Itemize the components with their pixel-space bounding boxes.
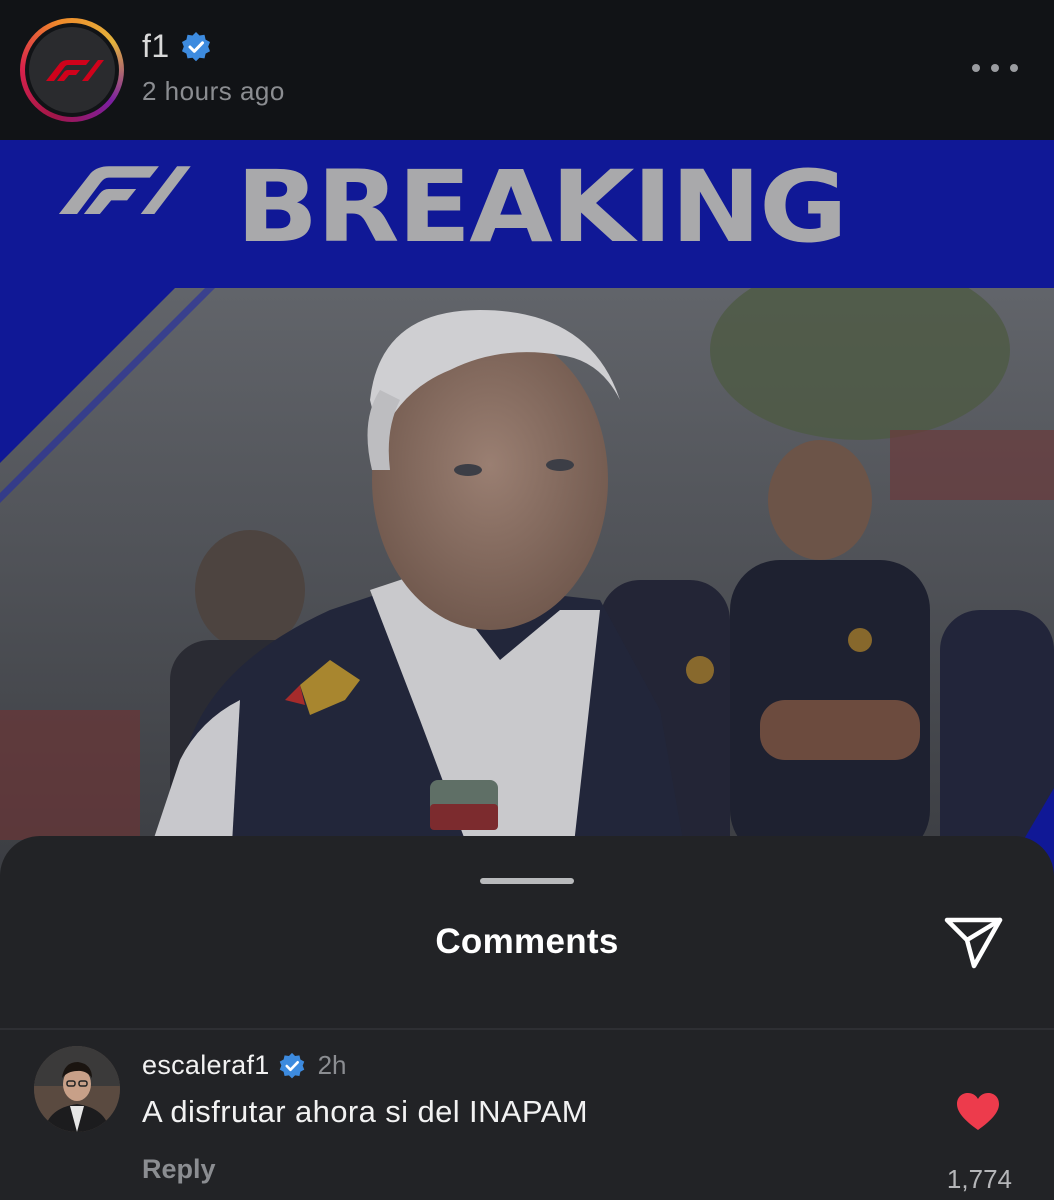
like-count: 1,774 bbox=[946, 1164, 1012, 1194]
verified-badge-icon bbox=[181, 31, 210, 61]
post-header: f1 2 hours ago bbox=[0, 0, 1054, 140]
f1-logo-icon bbox=[46, 60, 104, 81]
sheet-drag-handle[interactable] bbox=[480, 878, 574, 884]
comment-item: escaleraf1 2h A disfrutar ahora si del I… bbox=[0, 1030, 1054, 1200]
reply-button[interactable]: Reply bbox=[142, 1154, 216, 1185]
post-timestamp: 2 hours ago bbox=[142, 76, 285, 106]
breaking-banner: BREAKING bbox=[0, 140, 1054, 288]
comments-title: Comments bbox=[435, 922, 619, 961]
comments-sheet: Comments escaleraf1 2h A disfrutar ahora… bbox=[0, 836, 1054, 1200]
comment-username[interactable]: escaleraf1 bbox=[142, 1050, 270, 1081]
instagram-post-page: f1 2 hours ago BREAKING Comments escaler… bbox=[0, 0, 1054, 1200]
f1-logo-icon bbox=[58, 166, 191, 214]
post-username[interactable]: f1 bbox=[142, 28, 170, 65]
heart-icon[interactable] bbox=[956, 1092, 1000, 1132]
post-image[interactable]: BREAKING bbox=[0, 140, 1054, 880]
comment-text: A disfrutar ahora si del INAPAM bbox=[142, 1094, 589, 1129]
banner-diagonal-stripe bbox=[0, 288, 1054, 880]
ellipsis-icon bbox=[972, 64, 980, 72]
send-icon[interactable] bbox=[942, 910, 1006, 974]
comment-time: 2h bbox=[317, 1050, 347, 1080]
more-options-button[interactable] bbox=[972, 58, 1018, 78]
comment-avatar[interactable] bbox=[34, 1046, 120, 1132]
profile-avatar[interactable] bbox=[20, 18, 124, 122]
avatar bbox=[34, 1046, 120, 1132]
breaking-headline: BREAKING bbox=[236, 150, 848, 265]
verified-badge-icon bbox=[279, 1052, 304, 1078]
